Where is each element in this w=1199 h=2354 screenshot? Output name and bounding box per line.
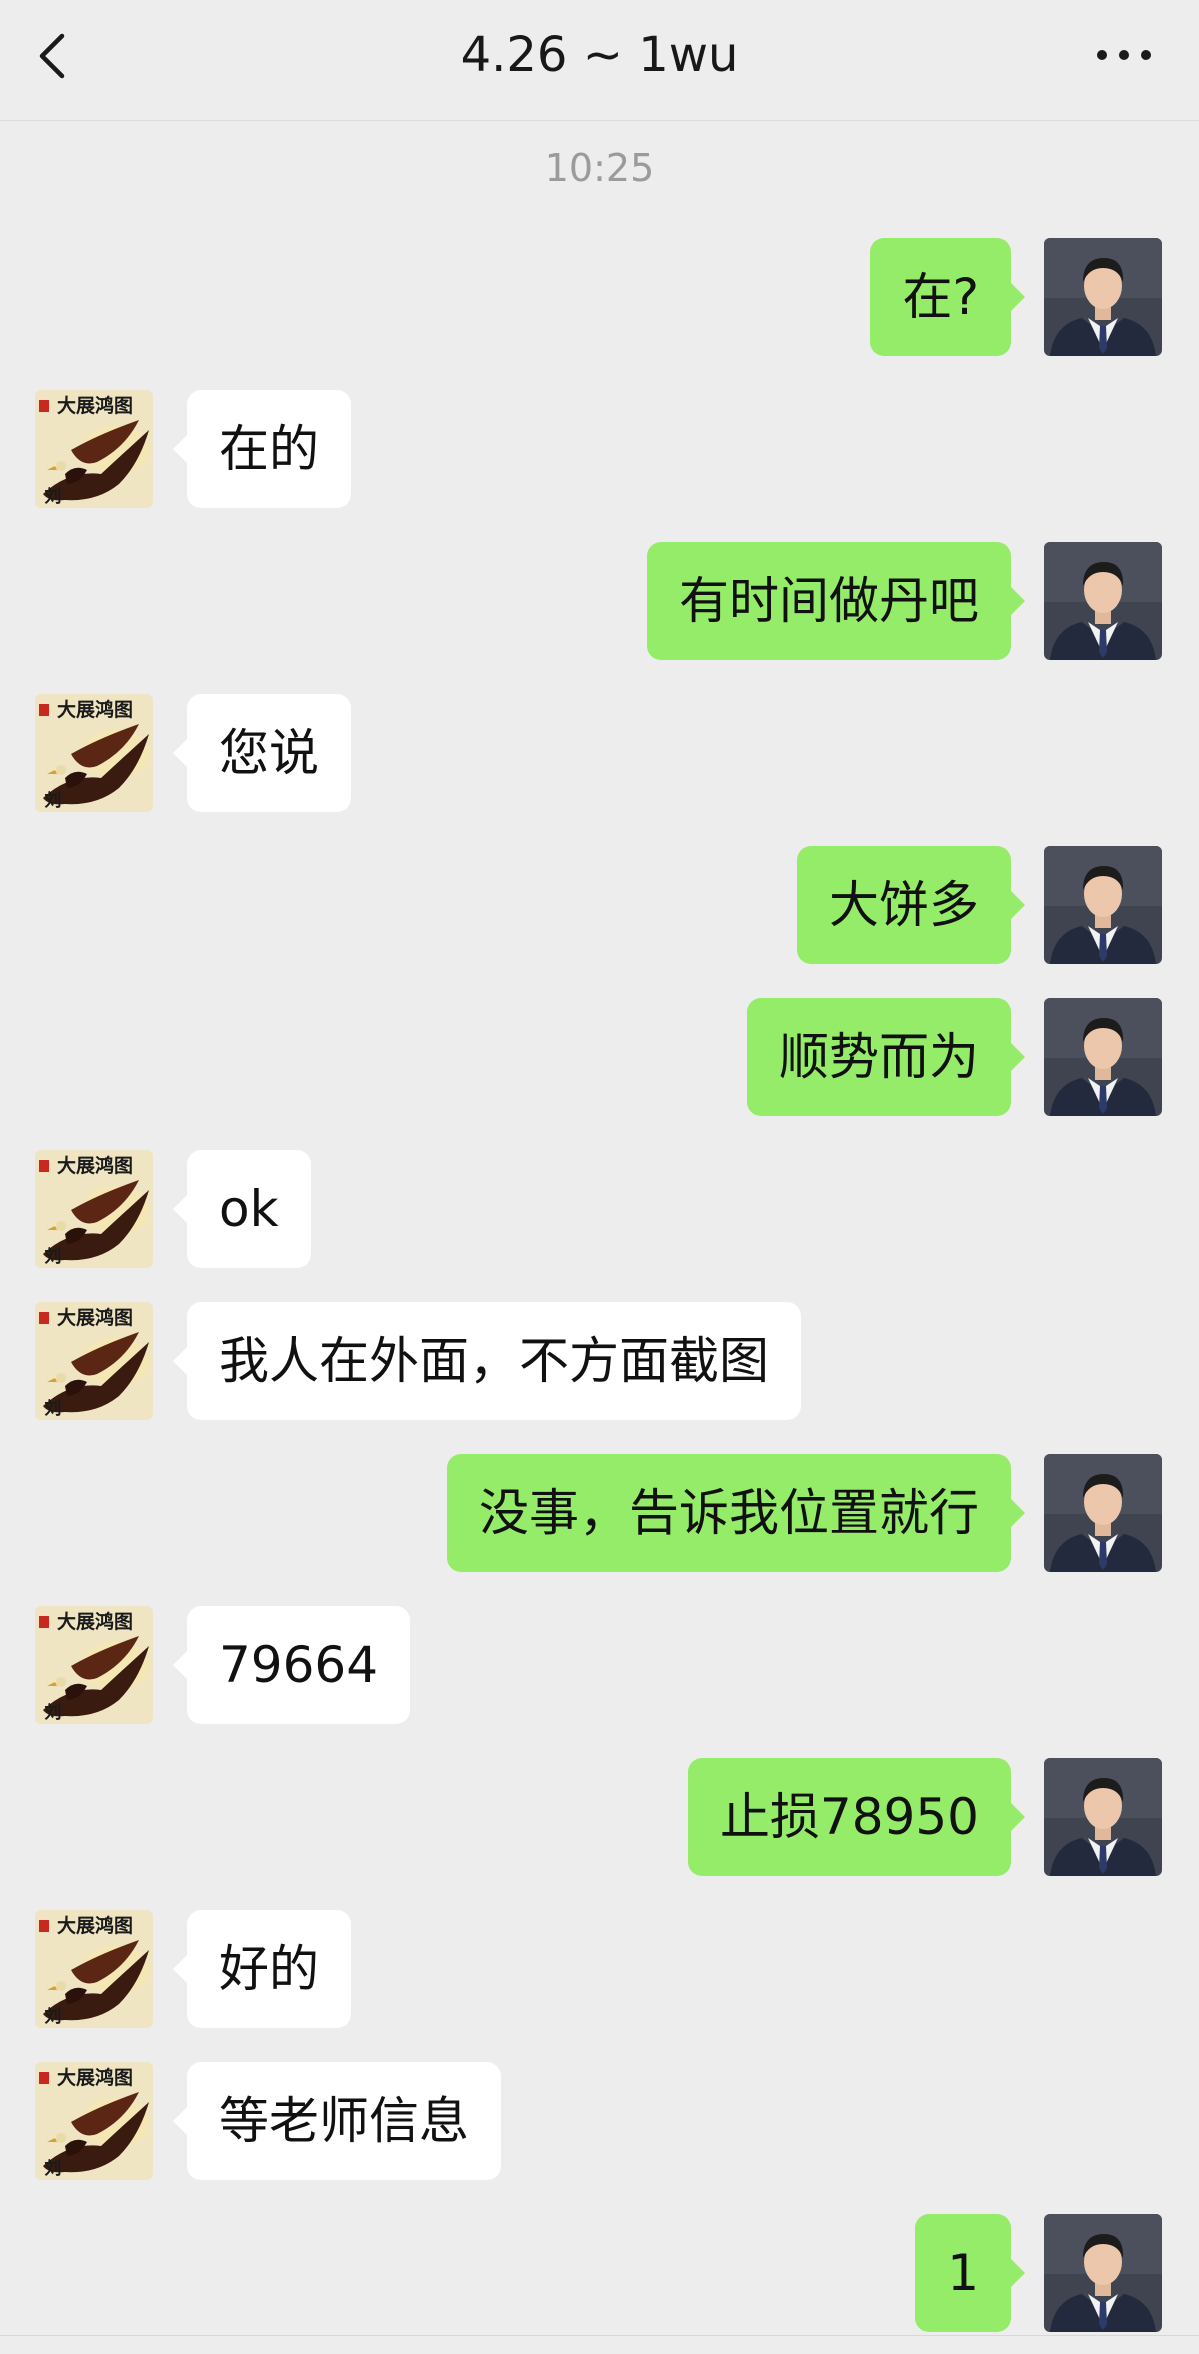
contact-avatar[interactable] <box>35 1302 153 1420</box>
divider <box>0 2335 1199 2336</box>
contact-avatar[interactable] <box>35 2062 153 2180</box>
incoming-message-bubble[interactable]: 好的 <box>173 1910 351 2028</box>
my-avatar[interactable] <box>1044 846 1162 964</box>
chat-title: 4.26 ~ 1wu <box>460 27 739 83</box>
more-button[interactable] <box>1089 30 1159 80</box>
incoming-message-bubble[interactable]: 等老师信息 <box>173 2062 501 2180</box>
incoming-message-bubble[interactable]: 79664 <box>172 1606 411 1724</box>
incoming-message-bubble[interactable]: 在的 <box>173 390 351 508</box>
more-dots-icon <box>1097 50 1151 60</box>
outgoing-message-bubble[interactable]: 大饼多 <box>797 846 1025 964</box>
outgoing-message-bubble[interactable]: 1 <box>915 2214 1025 2332</box>
incoming-message-bubble[interactable]: 我人在外面，不方面截图 <box>173 1302 801 1420</box>
my-avatar[interactable] <box>1044 1454 1162 1572</box>
my-avatar[interactable] <box>1044 238 1162 356</box>
my-avatar[interactable] <box>1044 998 1162 1116</box>
outgoing-message-bubble[interactable]: 有时间做丹吧 <box>647 542 1025 660</box>
contact-avatar[interactable] <box>35 390 153 508</box>
outgoing-message-bubble[interactable]: 顺势而为 <box>747 998 1025 1116</box>
outgoing-message-bubble[interactable]: 止损78950 <box>687 1758 1026 1876</box>
my-avatar[interactable] <box>1044 542 1162 660</box>
message-timestamp: 10:25 <box>544 146 655 190</box>
outgoing-message-bubble[interactable]: 在? <box>870 238 1025 356</box>
contact-avatar[interactable] <box>35 1150 153 1268</box>
outgoing-message-bubble[interactable]: 没事，告诉我位置就行 <box>447 1454 1025 1572</box>
incoming-message-bubble[interactable]: ok <box>173 1150 311 1268</box>
chat-header: 4.26 ~ 1wu <box>0 0 1199 121</box>
my-avatar[interactable] <box>1044 2214 1162 2332</box>
my-avatar[interactable] <box>1044 1758 1162 1876</box>
contact-avatar[interactable] <box>35 694 153 812</box>
incoming-message-bubble[interactable]: 您说 <box>173 694 351 812</box>
contact-avatar[interactable] <box>35 1910 153 2028</box>
contact-avatar[interactable] <box>35 1606 153 1724</box>
